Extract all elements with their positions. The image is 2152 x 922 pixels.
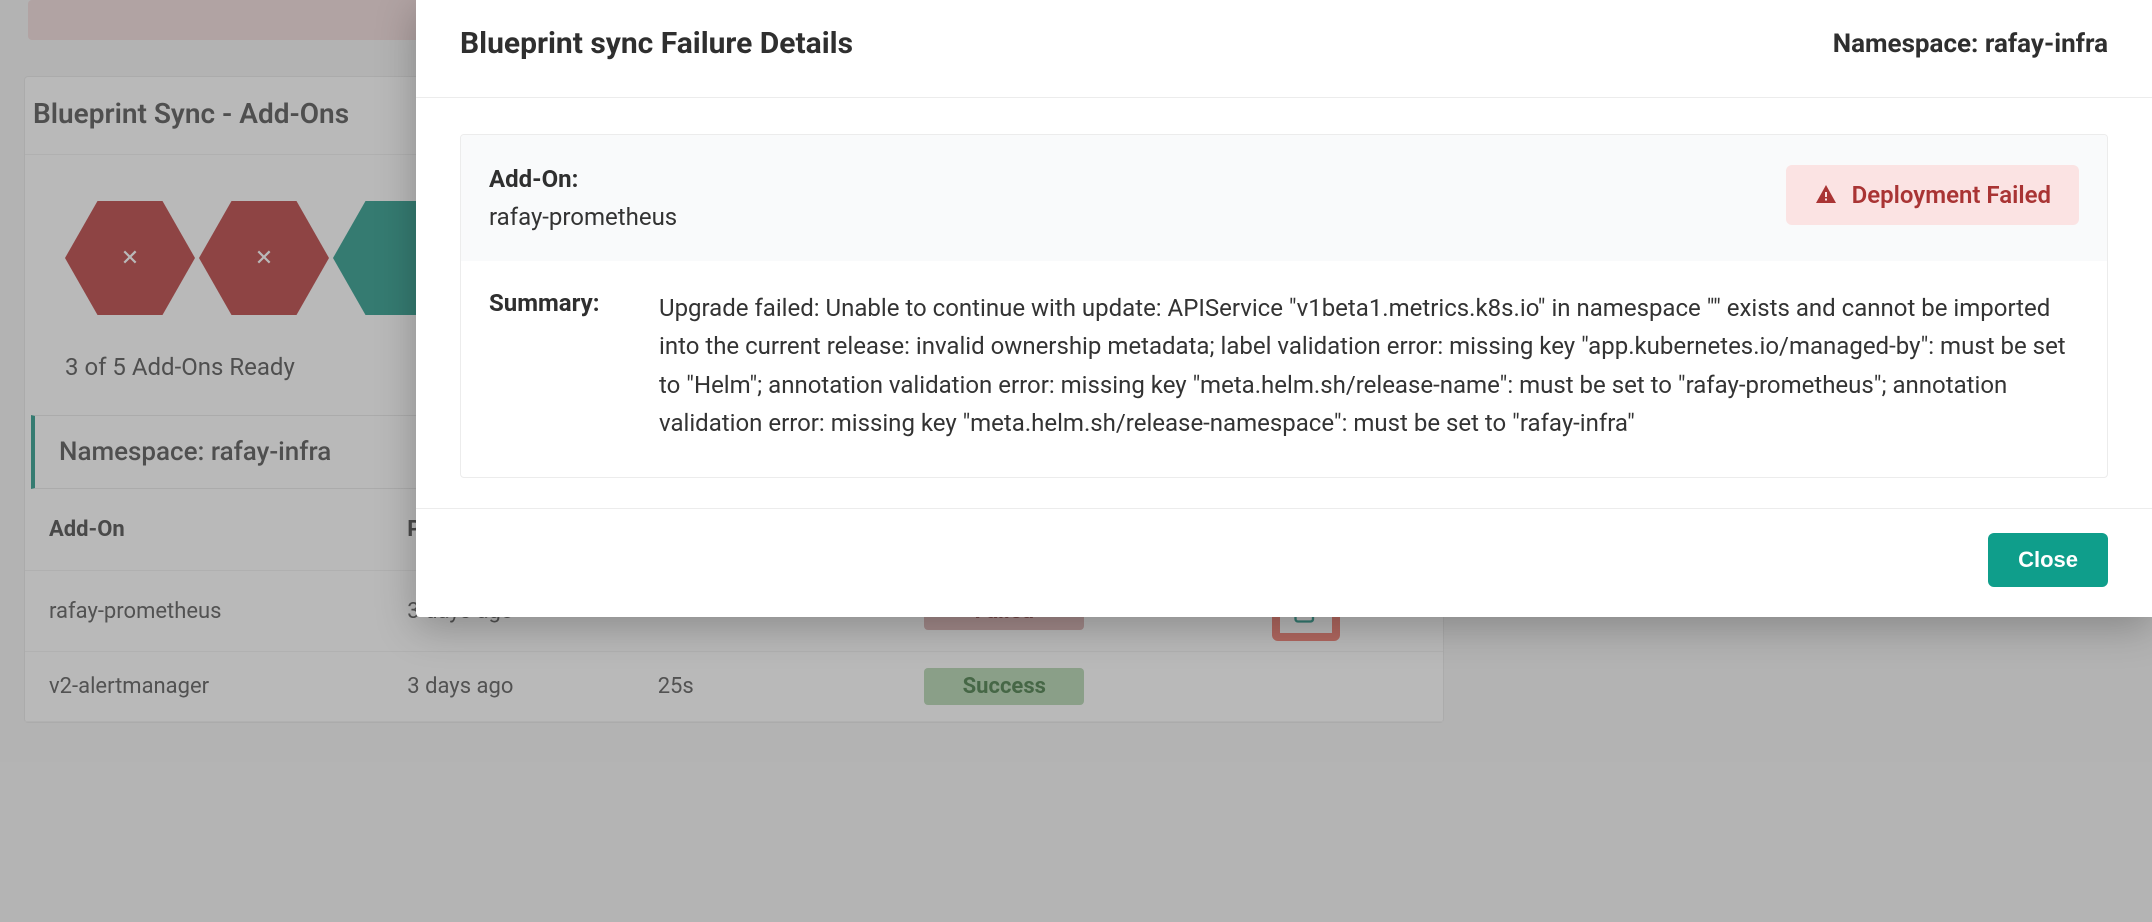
- modal-footer: Close: [416, 508, 2152, 617]
- info-top-row: Add-On: rafay-prometheus Deployment Fail…: [461, 135, 2107, 261]
- info-box: Add-On: rafay-prometheus Deployment Fail…: [460, 134, 2108, 478]
- summary-text: Upgrade failed: Unable to continue with …: [659, 289, 2079, 443]
- summary-label: Summary:: [489, 289, 619, 443]
- close-button[interactable]: Close: [1988, 533, 2108, 587]
- modal-namespace: Namespace: rafay-infra: [1833, 29, 2108, 59]
- modal-body: Add-On: rafay-prometheus Deployment Fail…: [416, 98, 2152, 508]
- modal-header: Blueprint sync Failure Details Namespace…: [416, 0, 2152, 98]
- warning-icon: [1814, 183, 1838, 207]
- addon-name: rafay-prometheus: [489, 203, 677, 231]
- deployment-failed-text: Deployment Failed: [1852, 181, 2051, 209]
- modal-title: Blueprint sync Failure Details: [460, 26, 853, 61]
- addon-label: Add-On:: [489, 165, 677, 193]
- deployment-failed-badge: Deployment Failed: [1786, 165, 2079, 225]
- failure-details-modal: Blueprint sync Failure Details Namespace…: [416, 0, 2152, 617]
- summary-row: Summary: Upgrade failed: Unable to conti…: [461, 261, 2107, 477]
